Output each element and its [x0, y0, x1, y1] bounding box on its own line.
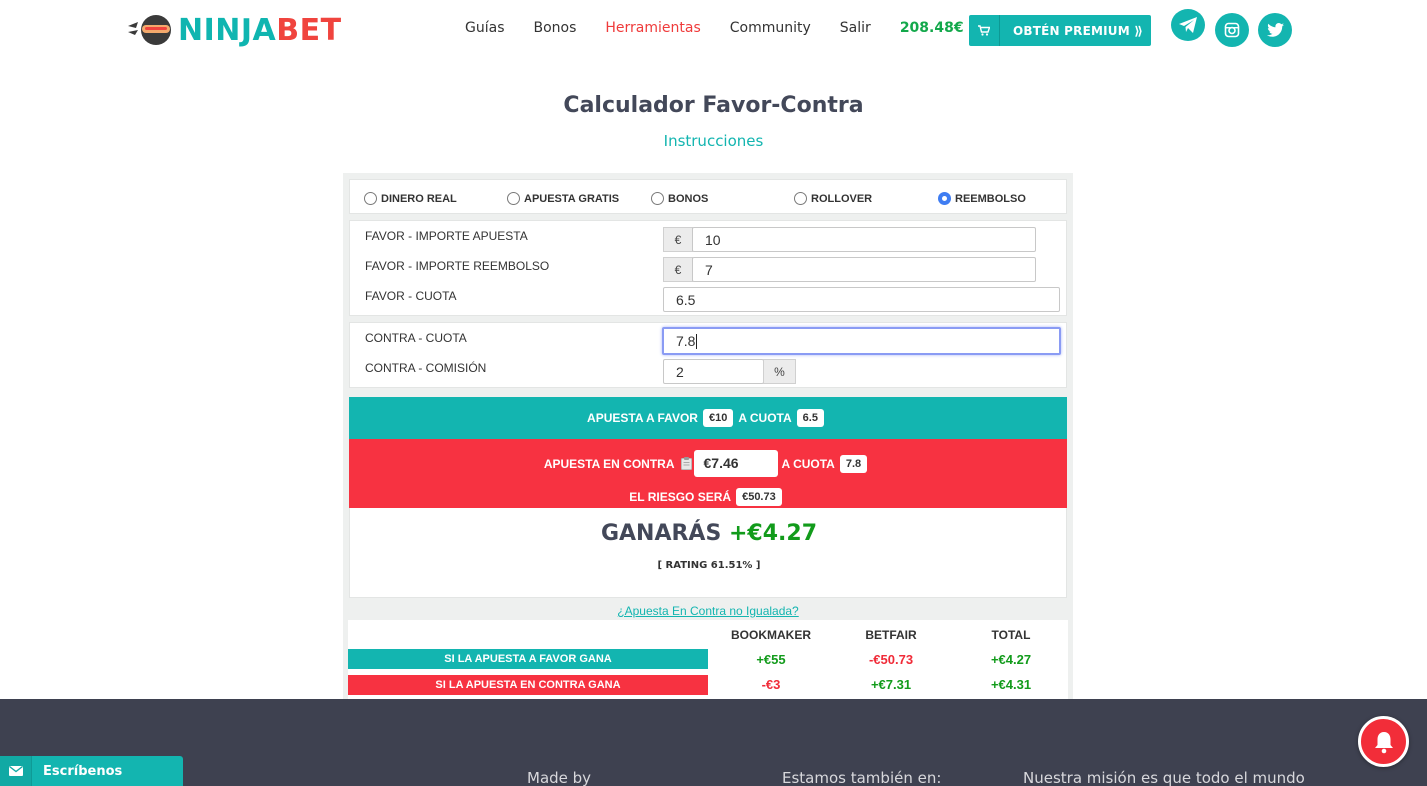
- favor-odds-pill: 6.5: [796, 409, 824, 427]
- radio-circle-checked[interactable]: [938, 192, 951, 205]
- result-panel: GANARÁS +€4.27 [ RATING 61.51% ]: [349, 508, 1067, 598]
- col-header-betfair: BETFAIR: [865, 628, 917, 642]
- contra-panel: CONTRA - CUOTA 7.8 CONTRA - COMISIÓN 2 %: [349, 322, 1067, 388]
- contra-odds-input[interactable]: 7.8: [662, 327, 1061, 355]
- table-cell: -€50.73: [868, 652, 914, 667]
- favor-panel: FAVOR - IMPORTE APUESTA € 10 FAVOR - IMP…: [349, 220, 1067, 316]
- calculator: DINERO REAL APUESTA GRATIS BONOS ROLLOVE…: [343, 173, 1073, 699]
- favor-summary-bar: APUESTA A FAVOR €10 A CUOTA 6.5: [349, 397, 1067, 439]
- nav-herramientas[interactable]: Herramientas: [605, 20, 700, 36]
- favor-refund-input[interactable]: 7: [692, 257, 1036, 282]
- radio-bonos[interactable]: BONOS: [651, 192, 708, 205]
- chat-label: Escríbenos: [43, 763, 123, 779]
- instagram-icon[interactable]: [1215, 13, 1249, 47]
- get-premium-button[interactable]: OBTÉN PREMIUM ⟫: [969, 15, 1151, 46]
- site-footer: Made by Estamos también en: Nuestra misi…: [0, 699, 1427, 786]
- favor-stake-label: FAVOR - IMPORTE APUESTA: [365, 229, 528, 243]
- main-nav: Guías Bonos Herramientas Community Salir…: [465, 20, 964, 36]
- contra-odds-pill: 7.8: [839, 454, 868, 473]
- clipboard-icon[interactable]: [680, 457, 692, 470]
- radio-apuesta-gratis[interactable]: APUESTA GRATIS: [507, 192, 619, 205]
- col-header-total: TOTAL: [991, 628, 1031, 642]
- euro-addon: €: [663, 227, 693, 252]
- nav-bonos[interactable]: Bonos: [533, 20, 576, 36]
- row-label-contra-wins: SI LA APUESTA EN CONTRA GANA: [348, 675, 708, 695]
- notification-bell-icon[interactable]: [1358, 716, 1409, 767]
- cart-icon: [969, 15, 1000, 46]
- nav-guias[interactable]: Guías: [465, 20, 504, 36]
- radio-reembolso[interactable]: REEMBOLSO: [938, 192, 1026, 205]
- footer-made-by: Made by: [527, 769, 592, 786]
- page-title: Calculador Favor-Contra: [563, 93, 864, 118]
- radio-circle[interactable]: [651, 192, 664, 205]
- risk-pill: €50.73: [736, 488, 782, 506]
- col-header-bookmaker: BOOKMAKER: [731, 628, 811, 642]
- favor-stake-pill: €10: [702, 409, 734, 427]
- premium-label: OBTÉN PREMIUM ⟫: [1013, 23, 1144, 38]
- twitter-icon[interactable]: [1258, 13, 1292, 47]
- text-caret: [696, 333, 698, 349]
- favor-odds-input[interactable]: 6.5: [663, 287, 1060, 312]
- page: NINJABET Guías Bonos Herramientas Commun…: [0, 0, 1427, 786]
- mode-radio-group: DINERO REAL APUESTA GRATIS BONOS ROLLOVE…: [349, 179, 1067, 214]
- table-cell: +€4.31: [990, 677, 1032, 692]
- favor-stake-input[interactable]: 10: [692, 227, 1036, 252]
- favor-odds-label: FAVOR - CUOTA: [365, 289, 457, 303]
- telegram-icon[interactable]: [1171, 9, 1205, 41]
- logo-text: NINJABET: [178, 12, 342, 48]
- outcome-table: BOOKMAKER BETFAIR TOTAL SI LA APUESTA A …: [348, 620, 1068, 699]
- ninjabet-logo[interactable]: NINJABET: [126, 12, 342, 48]
- table-cell: -€3: [761, 677, 781, 692]
- radio-dinero-real[interactable]: DINERO REAL: [364, 192, 457, 205]
- rating: [ RATING 61.51% ]: [657, 560, 761, 571]
- row-label-favor-wins: SI LA APUESTA A FAVOR GANA: [348, 649, 708, 669]
- favor-refund-label: FAVOR - IMPORTE REEMBOLSO: [365, 259, 550, 273]
- table-cell: +€7.31: [870, 677, 912, 692]
- profit-headline: GANARÁS +€4.27: [600, 521, 818, 546]
- percent-addon: %: [763, 359, 796, 384]
- footer-mission: Nuestra misión es que todo el mundo: [1023, 769, 1305, 786]
- contra-odds-value: 7.8: [676, 333, 696, 349]
- table-cell: +€4.27: [990, 652, 1032, 667]
- site-header: NINJABET Guías Bonos Herramientas Commun…: [0, 0, 1427, 62]
- profit-amount: +€4.27: [728, 521, 818, 546]
- envelope-icon: [0, 756, 32, 786]
- contra-odds-label: CONTRA - CUOTA: [365, 331, 467, 345]
- nav-salir[interactable]: Salir: [840, 20, 871, 36]
- table-cell: +€55: [756, 652, 786, 667]
- radio-circle[interactable]: [507, 192, 520, 205]
- contra-commission-input[interactable]: 2: [663, 359, 764, 384]
- ninja-head-icon: [126, 13, 176, 47]
- contra-summary-bar: APUESTA EN CONTRA €7.46 A CUOTA 7.8 EL R…: [349, 439, 1067, 508]
- radio-rollover[interactable]: ROLLOVER: [794, 192, 872, 205]
- chat-tab[interactable]: Escríbenos: [0, 756, 183, 786]
- account-balance: 208.48€: [899, 20, 964, 36]
- contra-stake-value[interactable]: €7.46: [693, 450, 778, 477]
- contra-commission-label: CONTRA - COMISIÓN: [365, 361, 487, 375]
- nav-community[interactable]: Community: [730, 20, 811, 36]
- unmatched-bet-link[interactable]: ¿Apuesta En Contra no Igualada?: [343, 604, 1073, 618]
- footer-also-on: Estamos también en:: [782, 769, 942, 786]
- radio-circle[interactable]: [794, 192, 807, 205]
- instructions-link[interactable]: Instrucciones: [0, 132, 1427, 150]
- radio-circle[interactable]: [364, 192, 377, 205]
- euro-addon: €: [663, 257, 693, 282]
